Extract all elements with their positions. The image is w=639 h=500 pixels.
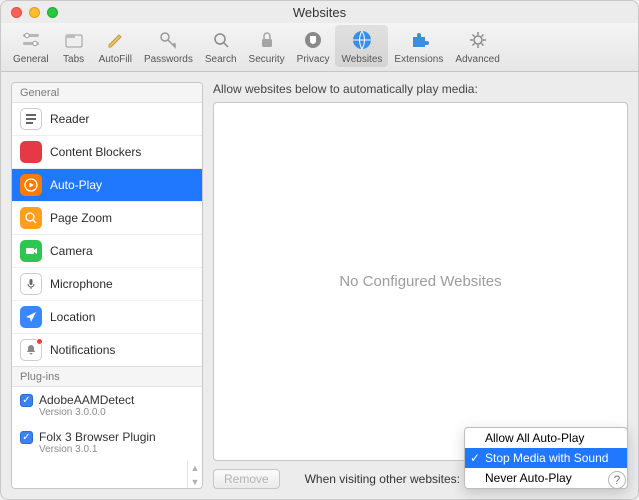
- preferences-window: Websites General Tabs AutoFill Passwords…: [0, 0, 639, 500]
- sidebar-item-microphone[interactable]: Microphone: [12, 268, 202, 301]
- other-websites-dropdown[interactable]: Allow All Auto-Play Stop Media with Soun…: [464, 427, 628, 489]
- play-icon: [20, 174, 42, 196]
- toolbar-label: Privacy: [297, 54, 330, 65]
- sidebar-section-plugins-header: Plug-ins: [12, 366, 202, 387]
- toolbar-websites[interactable]: Websites: [335, 25, 388, 67]
- sidebar-item-label: Location: [50, 310, 95, 324]
- switches-icon: [18, 27, 44, 53]
- minimize-window-button[interactable]: [29, 7, 40, 18]
- window-title: Websites: [1, 5, 638, 20]
- toolbar-label: Search: [205, 54, 237, 65]
- search-icon: [208, 27, 234, 53]
- sidebar-item-label: Reader: [50, 112, 89, 126]
- main-panel: Allow websites below to automatically pl…: [213, 82, 628, 489]
- traffic-lights: [1, 7, 58, 18]
- main-heading: Allow websites below to automatically pl…: [213, 82, 628, 96]
- sidebar-spacer: ▲ ▼: [12, 461, 202, 488]
- sidebar-item-label: Auto-Play: [50, 178, 102, 192]
- plugin-name: AdobeAAMDetect: [39, 393, 134, 407]
- close-window-button[interactable]: [11, 7, 22, 18]
- reader-icon: [20, 108, 42, 130]
- toolbar-label: Advanced: [455, 54, 499, 65]
- location-icon: [20, 306, 42, 328]
- hand-icon: [300, 27, 326, 53]
- sidebar-scrollbar[interactable]: ▲ ▼: [187, 461, 202, 488]
- toolbar-label: Passwords: [144, 54, 193, 65]
- plugin-version: Version 3.0.0.0: [39, 407, 134, 418]
- key-icon: [155, 27, 181, 53]
- stop-icon: [20, 141, 42, 163]
- dropdown-option-selected[interactable]: Stop Media with Sound: [465, 448, 627, 468]
- toolbar-extensions[interactable]: Extensions: [388, 25, 449, 67]
- sidebar-item-reader[interactable]: Reader: [12, 103, 202, 136]
- toolbar-passwords[interactable]: Passwords: [138, 25, 199, 67]
- toolbar-label: Websites: [341, 54, 382, 65]
- toolbar-label: Security: [249, 54, 285, 65]
- puzzle-icon: [406, 27, 432, 53]
- zoom-window-button[interactable]: [47, 7, 58, 18]
- toolbar-advanced[interactable]: Advanced: [449, 25, 505, 67]
- sidebar-item-location[interactable]: Location: [12, 301, 202, 334]
- sidebar-section-general-header: General: [12, 83, 202, 103]
- plugin-item[interactable]: ✓ Folx 3 Browser Plugin Version 3.0.1: [12, 424, 202, 461]
- dropdown-option[interactable]: Never Auto-Play: [465, 468, 627, 488]
- zoom-icon: [20, 207, 42, 229]
- badge-dot-icon: [36, 338, 43, 345]
- pencil-icon: [102, 27, 128, 53]
- plugin-checkbox[interactable]: ✓: [20, 394, 33, 407]
- scroll-up-icon[interactable]: ▲: [191, 461, 200, 475]
- sidebar-item-camera[interactable]: Camera: [12, 235, 202, 268]
- toolbar-search[interactable]: Search: [199, 25, 243, 67]
- bottom-controls: Remove When visiting other websites: All…: [213, 461, 628, 489]
- sidebar-item-label: Notifications: [50, 343, 115, 357]
- dropdown-label: When visiting other websites:: [305, 472, 460, 486]
- titlebar: Websites: [1, 1, 638, 23]
- toolbar-autofill[interactable]: AutoFill: [93, 25, 138, 67]
- configured-websites-list[interactable]: No Configured Websites: [213, 102, 628, 461]
- plugin-meta: Folx 3 Browser Plugin Version 3.0.1: [39, 430, 156, 455]
- content-area: General Reader Content Blockers Auto-Pla…: [1, 72, 638, 499]
- toolbar-label: Tabs: [63, 54, 84, 65]
- toolbar-tabs[interactable]: Tabs: [55, 25, 93, 67]
- gear-icon: [465, 27, 491, 53]
- plugin-item[interactable]: ✓ AdobeAAMDetect Version 3.0.0.0: [12, 387, 202, 424]
- scroll-down-icon[interactable]: ▼: [191, 475, 200, 489]
- globe-icon: [349, 27, 375, 53]
- tab-icon: [61, 27, 87, 53]
- sidebar: General Reader Content Blockers Auto-Pla…: [11, 82, 203, 489]
- help-button[interactable]: ?: [608, 471, 626, 489]
- sidebar-item-auto-play[interactable]: Auto-Play: [12, 169, 202, 202]
- microphone-icon: [20, 273, 42, 295]
- sidebar-item-label: Content Blockers: [50, 145, 141, 159]
- sidebar-item-label: Page Zoom: [50, 211, 112, 225]
- toolbar-privacy[interactable]: Privacy: [291, 25, 336, 67]
- empty-state-text: No Configured Websites: [339, 273, 501, 290]
- bell-icon: [20, 339, 42, 361]
- sidebar-item-notifications[interactable]: Notifications: [12, 334, 202, 366]
- dropdown-option[interactable]: Allow All Auto-Play: [465, 428, 627, 448]
- plugin-version: Version 3.0.1: [39, 444, 156, 455]
- sidebar-item-label: Microphone: [50, 277, 113, 291]
- plugin-meta: AdobeAAMDetect Version 3.0.0.0: [39, 393, 134, 418]
- toolbar-security[interactable]: Security: [243, 25, 291, 67]
- lock-icon: [254, 27, 280, 53]
- plugin-name: Folx 3 Browser Plugin: [39, 430, 156, 444]
- sidebar-item-content-blockers[interactable]: Content Blockers: [12, 136, 202, 169]
- sidebar-item-label: Camera: [50, 244, 93, 258]
- toolbar-label: General: [13, 54, 49, 65]
- toolbar-label: AutoFill: [99, 54, 132, 65]
- toolbar: General Tabs AutoFill Passwords Search S…: [1, 23, 638, 72]
- toolbar-general[interactable]: General: [7, 25, 55, 67]
- sidebar-general-list: Reader Content Blockers Auto-Play Page Z…: [12, 103, 202, 366]
- toolbar-label: Extensions: [394, 54, 443, 65]
- plugin-checkbox[interactable]: ✓: [20, 431, 33, 444]
- sidebar-item-page-zoom[interactable]: Page Zoom: [12, 202, 202, 235]
- camera-icon: [20, 240, 42, 262]
- remove-button[interactable]: Remove: [213, 469, 280, 489]
